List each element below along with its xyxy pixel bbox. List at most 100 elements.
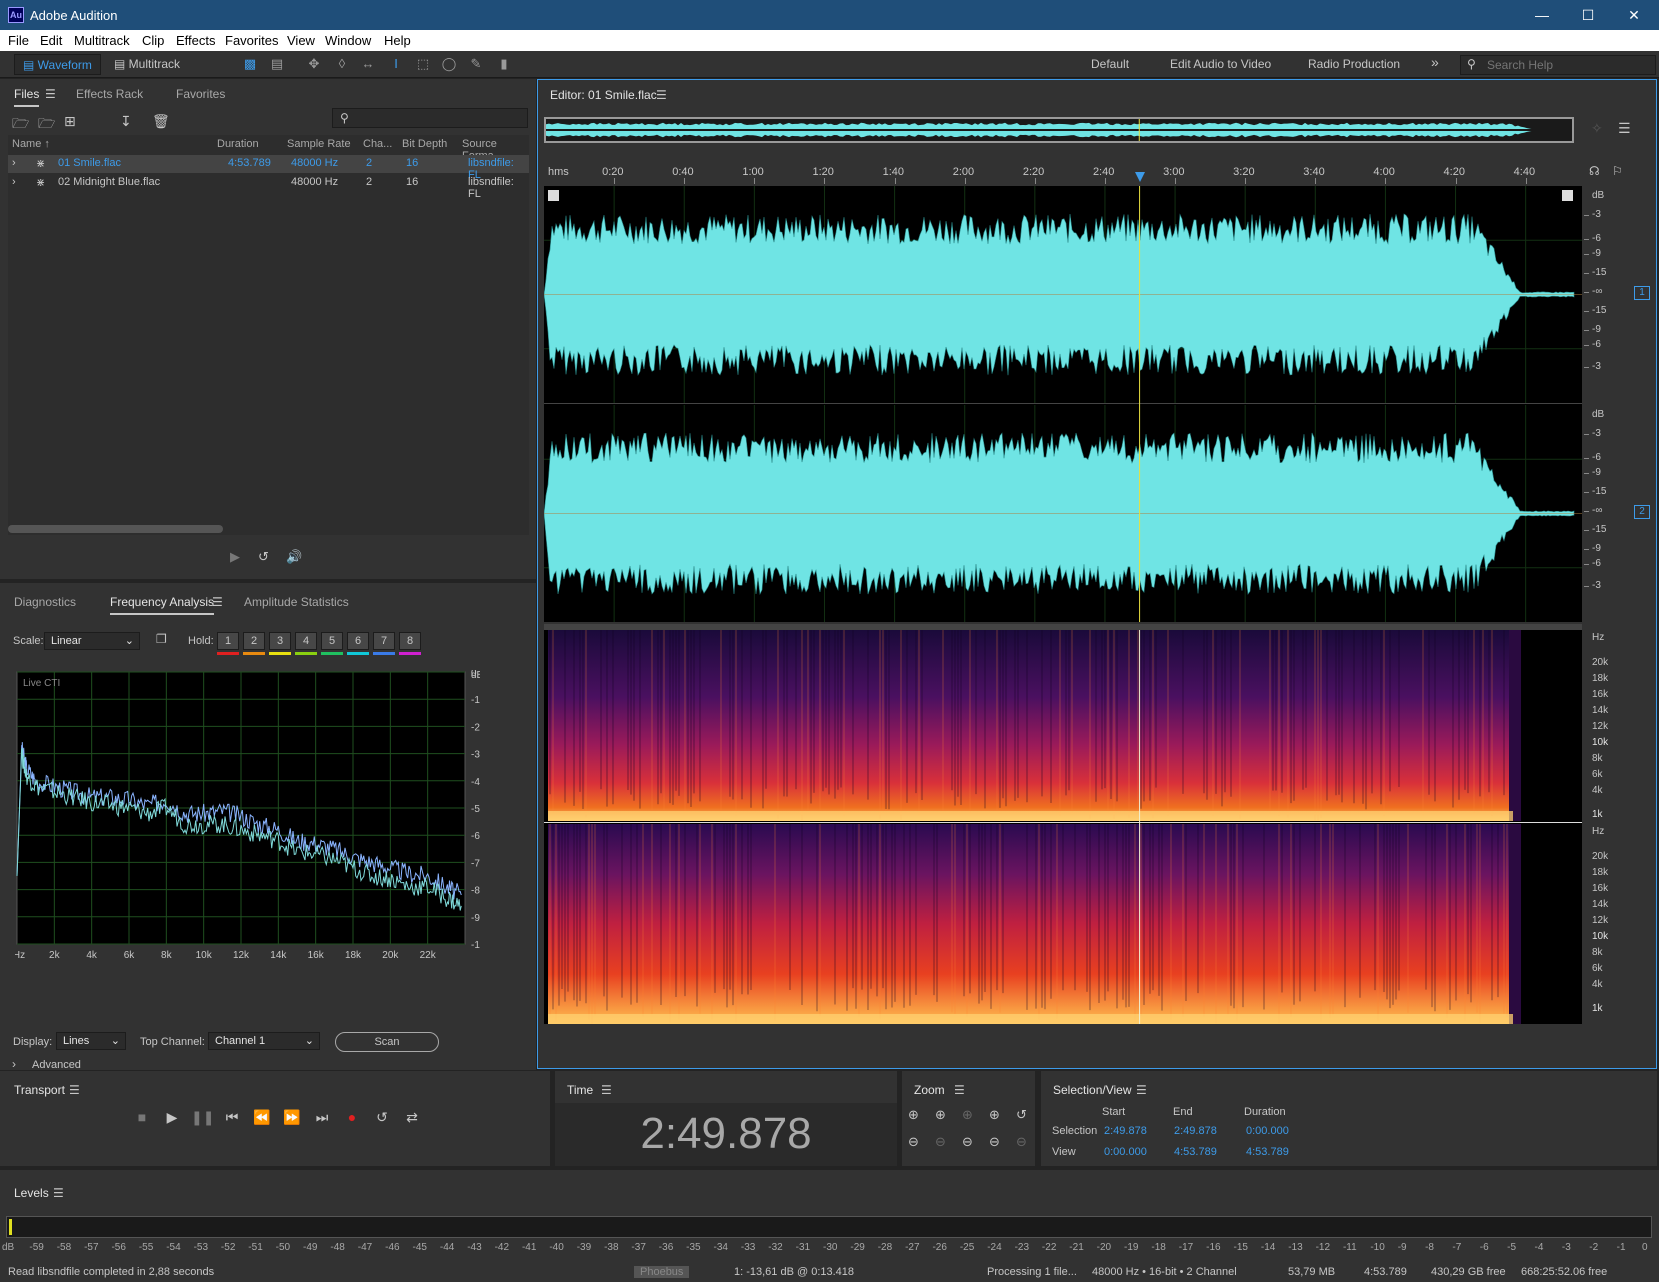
record-icon[interactable]: ● bbox=[341, 1109, 363, 1125]
menu-view[interactable]: View bbox=[287, 33, 315, 48]
analysis-panel-menu-icon[interactable]: ☰ bbox=[212, 595, 223, 609]
zoom-out-full-icon[interactable]: ⊖ bbox=[962, 1134, 973, 1150]
menu-clip[interactable]: Clip bbox=[142, 33, 164, 48]
go-to-end-icon[interactable]: ⏭ bbox=[311, 1109, 333, 1126]
column-sample-rate[interactable]: Sample Rate bbox=[287, 138, 351, 150]
view-start[interactable]: 0:00.000 bbox=[1104, 1146, 1147, 1158]
zoom-out-time-icon[interactable]: ⊖ bbox=[935, 1134, 946, 1150]
view-end[interactable]: 4:53.789 bbox=[1174, 1146, 1217, 1158]
waveform-mode-button[interactable]: ▤ Waveform bbox=[14, 54, 101, 75]
headphones-icon[interactable]: ☊ bbox=[1589, 164, 1600, 178]
waveform-display-icon[interactable]: ▤ bbox=[268, 56, 286, 72]
expand-chevron-icon[interactable]: › bbox=[12, 157, 16, 169]
selection-view-menu-icon[interactable]: ☰ bbox=[1136, 1083, 1147, 1097]
menu-edit[interactable]: Edit bbox=[40, 33, 62, 48]
zoom-out-amplitude-icon[interactable]: ⊖ bbox=[908, 1134, 919, 1150]
loop-icon[interactable]: ↺ bbox=[371, 1109, 393, 1126]
tab-amplitude-statistics[interactable]: Amplitude Statistics bbox=[244, 595, 349, 609]
horizontal-scrollbar[interactable] bbox=[8, 525, 223, 533]
preview-loop-icon[interactable]: ↺ bbox=[258, 549, 269, 565]
hold-button-8[interactable]: 8 bbox=[399, 632, 421, 650]
tab-frequency-analysis[interactable]: Frequency Analysis bbox=[110, 595, 215, 615]
stop-icon[interactable]: ■ bbox=[131, 1109, 153, 1125]
time-ruler[interactable]: hms 0:20 0:40 1:00 1:20 1:40 2:00 2:20 2:40 3:00 3… bbox=[544, 164, 1584, 184]
hold-button-5[interactable]: 5 bbox=[321, 632, 343, 650]
hold-button-4[interactable]: 4 bbox=[295, 632, 317, 650]
go-to-start-icon[interactable]: ⏮ bbox=[221, 1109, 243, 1126]
preview-play-icon[interactable]: ▶ bbox=[230, 549, 240, 565]
zoom-to-selection-icon[interactable]: ⊖ bbox=[1016, 1134, 1027, 1150]
maximize-icon[interactable]: ☐ bbox=[1565, 0, 1611, 30]
menu-multitrack[interactable]: Multitrack bbox=[74, 33, 130, 48]
expand-chevron-icon[interactable]: › bbox=[12, 176, 16, 188]
menu-window[interactable]: Window bbox=[325, 33, 371, 48]
multitrack-mode-button[interactable]: ▤ Multitrack bbox=[106, 54, 188, 75]
pause-icon[interactable]: ❚❚ bbox=[191, 1109, 214, 1126]
hud-toggle-icon[interactable] bbox=[548, 190, 559, 201]
hold-button-6[interactable]: 6 bbox=[347, 632, 369, 650]
hud-toggle-icon[interactable] bbox=[1562, 190, 1573, 201]
levels-menu-icon[interactable]: ☰ bbox=[53, 1186, 64, 1200]
zoom-menu-icon[interactable]: ☰ bbox=[954, 1083, 965, 1097]
view-duration[interactable]: 4:53.789 bbox=[1246, 1146, 1289, 1158]
import-file-icon[interactable]: 🗁 bbox=[38, 113, 55, 137]
tab-effects-rack[interactable]: Effects Rack bbox=[76, 87, 143, 101]
new-file-icon[interactable]: ⊞ bbox=[64, 113, 76, 130]
file-row[interactable]: › ⋇ 02 Midnight Blue.flac 48000 Hz 2 16 … bbox=[8, 174, 529, 200]
channel-1-enable-button[interactable]: 1 bbox=[1634, 286, 1650, 300]
column-channels[interactable]: Cha... bbox=[363, 138, 392, 150]
hold-button-3[interactable]: 3 bbox=[269, 632, 291, 650]
waveform-display[interactable] bbox=[544, 186, 1582, 622]
editor-panel-menu-icon[interactable]: ☰ bbox=[656, 88, 667, 102]
tab-files[interactable]: Files bbox=[14, 87, 40, 107]
menu-favorites[interactable]: Favorites bbox=[225, 33, 278, 48]
hold-button-2[interactable]: 2 bbox=[243, 632, 265, 650]
zoom-selection-icon[interactable]: ⊕ bbox=[962, 1107, 973, 1123]
zoom-in-amplitude-icon[interactable]: ⊕ bbox=[908, 1107, 919, 1123]
file-row[interactable]: › ⋇ 01 Smile.flac 4:53.789 48000 Hz 2 16… bbox=[8, 155, 529, 181]
menu-effects[interactable]: Effects bbox=[176, 33, 216, 48]
files-panel-menu-icon[interactable]: ☰ bbox=[45, 87, 56, 101]
spectral-display-icon[interactable]: ▩ bbox=[241, 56, 259, 72]
tab-favorites[interactable]: Favorites bbox=[176, 87, 225, 101]
top-channel-dropdown[interactable]: Channel 1 ⌄ bbox=[208, 1032, 320, 1050]
menu-file[interactable]: File bbox=[8, 33, 29, 48]
play-icon[interactable]: ▶ bbox=[161, 1109, 183, 1126]
lasso-selection-icon[interactable]: ◯ bbox=[440, 56, 458, 72]
minimize-icon[interactable]: — bbox=[1519, 0, 1565, 30]
spectral-display[interactable] bbox=[544, 630, 1582, 1024]
workspace-radio-production[interactable]: Radio Production bbox=[1308, 57, 1400, 71]
zoom-reset-icon[interactable]: ↺ bbox=[1016, 1107, 1027, 1123]
marquee-selection-icon[interactable]: ⬚ bbox=[414, 56, 432, 72]
playhead-marker-icon[interactable] bbox=[1134, 172, 1145, 182]
scan-button[interactable]: Scan bbox=[335, 1032, 439, 1052]
column-name[interactable]: Name ↑ bbox=[12, 138, 50, 150]
expand-chevron-icon[interactable]: › bbox=[12, 1057, 16, 1071]
files-search-input[interactable]: ⚲ bbox=[332, 108, 528, 128]
razor-tool-icon[interactable]: ◊ bbox=[333, 56, 351, 72]
zoom-out-full-amplitude-icon[interactable]: ⊖ bbox=[989, 1134, 1000, 1150]
advanced-section[interactable]: Advanced bbox=[32, 1059, 81, 1071]
selection-start[interactable]: 2:49.878 bbox=[1104, 1125, 1147, 1137]
workspace-edit-audio-to-video[interactable]: Edit Audio to Video bbox=[1170, 57, 1271, 71]
close-icon[interactable]: ✕ bbox=[1611, 0, 1657, 30]
preview-volume-icon[interactable]: 🔊 bbox=[286, 549, 302, 565]
time-selection-tool-icon[interactable]: I bbox=[387, 56, 405, 72]
skip-selection-icon[interactable]: ⇄ bbox=[401, 1109, 423, 1126]
zoom-in-out-icon[interactable]: ⊕ bbox=[989, 1107, 1000, 1123]
hold-button-7[interactable]: 7 bbox=[373, 632, 395, 650]
time-menu-icon[interactable]: ☰ bbox=[601, 1083, 612, 1097]
selection-duration[interactable]: 0:00.000 bbox=[1246, 1125, 1289, 1137]
transport-menu-icon[interactable]: ☰ bbox=[69, 1083, 80, 1097]
overview-navigator[interactable] bbox=[544, 117, 1574, 143]
workspace-default[interactable]: Default bbox=[1091, 57, 1129, 71]
insert-into-multitrack-icon[interactable]: ↧ bbox=[120, 113, 132, 130]
move-tool-icon[interactable]: ✥ bbox=[305, 56, 323, 72]
column-bit-depth[interactable]: Bit Depth bbox=[402, 138, 447, 150]
slip-tool-icon[interactable]: ↔ bbox=[359, 56, 377, 72]
more-workspaces-button[interactable]: » bbox=[1431, 54, 1439, 70]
fast-forward-icon[interactable]: ⏩ bbox=[281, 1109, 303, 1126]
hold-button-1[interactable]: 1 bbox=[217, 632, 239, 650]
menu-help[interactable]: Help bbox=[384, 33, 411, 48]
rewind-icon[interactable]: ⏪ bbox=[251, 1109, 273, 1126]
